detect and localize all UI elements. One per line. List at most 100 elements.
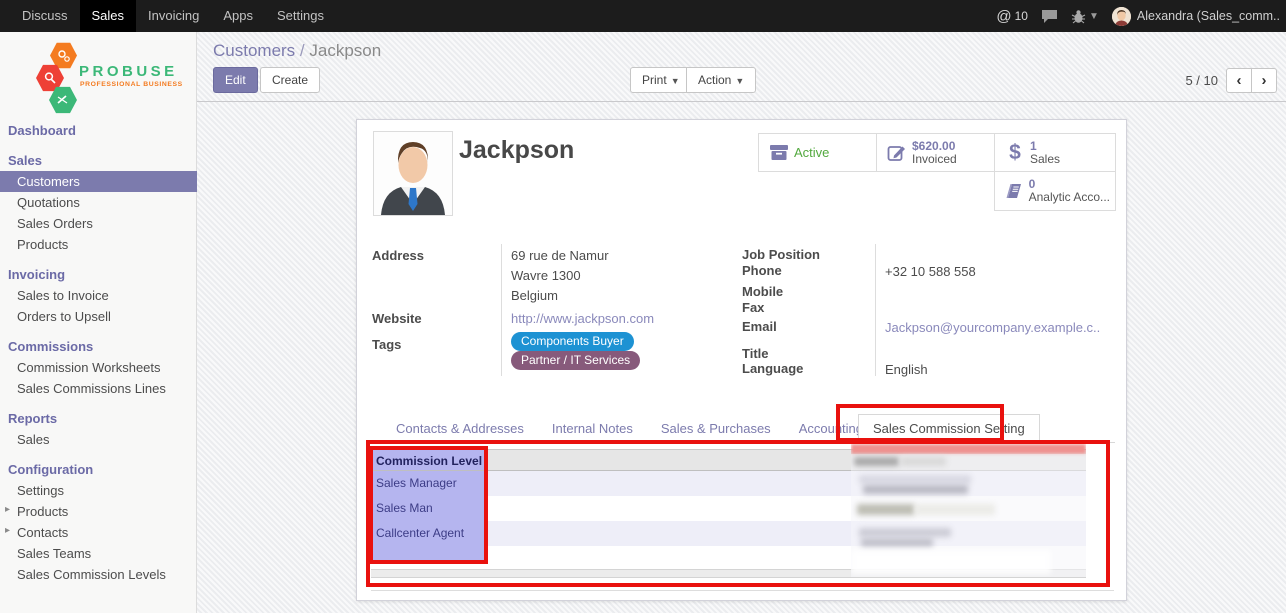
record-pager: 5 / 10 ‹ › bbox=[1185, 68, 1277, 93]
tag-partner-it-services[interactable]: Partner / IT Services bbox=[511, 351, 640, 370]
sidebar-item-reports-sales[interactable]: Sales bbox=[0, 429, 197, 450]
sidebar-item-orders-to-upsell[interactable]: Orders to Upsell bbox=[0, 306, 197, 327]
book-icon bbox=[1000, 182, 1029, 200]
topbar: Discuss Sales Invoicing Apps Settings @ … bbox=[0, 0, 1286, 32]
address-line-1: 69 rue de Namur bbox=[511, 248, 609, 263]
sidebar-item-quotations[interactable]: Quotations bbox=[0, 192, 197, 213]
field-group-divider bbox=[875, 244, 876, 376]
sidebar-heading-commissions[interactable]: Commissions bbox=[0, 334, 197, 357]
analytic-accounts-stat-button[interactable]: 0 Analytic Acco... bbox=[994, 171, 1116, 211]
control-panel-divider bbox=[197, 101, 1286, 102]
caret-down-icon: ▼ bbox=[1089, 11, 1099, 22]
sidebar-heading-invoicing[interactable]: Invoicing bbox=[0, 262, 197, 285]
active-status-button[interactable]: Active bbox=[758, 133, 877, 172]
mobile-field-label: Mobile bbox=[742, 284, 783, 299]
sidebar-heading-dashboard[interactable]: Dashboard bbox=[0, 118, 197, 141]
tab-contacts-addresses[interactable]: Contacts & Addresses bbox=[382, 414, 538, 442]
redacted-header-band bbox=[851, 444, 1086, 454]
tab-internal-notes[interactable]: Internal Notes bbox=[538, 414, 647, 442]
sidebar-heading-sales[interactable]: Sales bbox=[0, 148, 197, 171]
user-avatar bbox=[1112, 7, 1131, 26]
sidebar-menu: Dashboard Sales Customers Quotations Sal… bbox=[0, 118, 197, 585]
sidebar-item-sales-orders[interactable]: Sales Orders bbox=[0, 213, 197, 234]
sales-count: 1 bbox=[1030, 140, 1060, 153]
app-switcher-menu: Discuss Sales Invoicing Apps Settings bbox=[10, 0, 336, 32]
app-menu-discuss[interactable]: Discuss bbox=[10, 0, 80, 32]
user-menu[interactable]: Alexandra (Sales_comm.. bbox=[1112, 7, 1280, 26]
invoiced-amount: $620.00 bbox=[912, 140, 957, 153]
action-label: Action bbox=[698, 73, 731, 87]
tag-components-buyer[interactable]: Components Buyer bbox=[511, 332, 634, 351]
logo-tagline: PROFESSIONAL BUSINESS bbox=[80, 81, 183, 88]
caret-down-icon: ▼ bbox=[671, 76, 680, 86]
sidebar-item-settings[interactable]: Settings bbox=[0, 480, 197, 501]
sidebar-item-sales-commissions-lines[interactable]: Sales Commissions Lines bbox=[0, 378, 197, 399]
tab-sales-purchases[interactable]: Sales & Purchases bbox=[647, 414, 785, 442]
print-dropdown-button[interactable]: Print ▼ bbox=[630, 67, 692, 93]
print-label: Print bbox=[642, 73, 667, 87]
messages-icon[interactable] bbox=[1041, 9, 1058, 24]
field-group-divider bbox=[501, 244, 502, 376]
sidebar-item-sales-teams[interactable]: Sales Teams bbox=[0, 543, 197, 564]
expand-caret-icon: ▸ bbox=[5, 504, 10, 515]
breadcrumb-separator: / bbox=[300, 41, 305, 60]
app-menu-settings[interactable]: Settings bbox=[265, 0, 336, 32]
pager-next-button[interactable]: › bbox=[1251, 68, 1277, 93]
edit-button[interactable]: Edit bbox=[213, 67, 258, 93]
sidebar-item-customers[interactable]: Customers bbox=[0, 171, 197, 192]
invoiced-stat-button[interactable]: $620.00 Invoiced bbox=[876, 133, 995, 172]
fax-field-label: Fax bbox=[742, 300, 764, 315]
expand-caret-icon: ▸ bbox=[5, 525, 10, 536]
address-line-2: Wavre 1300 bbox=[511, 268, 581, 283]
customer-photo[interactable] bbox=[373, 131, 453, 216]
address-field-label: Address bbox=[372, 248, 424, 263]
email-link[interactable]: Jackpson@yourcompany.example.c.. bbox=[885, 320, 1100, 335]
sidebar: PROBUSE PROFESSIONAL BUSINESS Dashboard … bbox=[0, 32, 197, 613]
app-menu-apps[interactable]: Apps bbox=[211, 0, 265, 32]
sidebar-heading-reports[interactable]: Reports bbox=[0, 406, 197, 429]
tab-sales-commission-setting[interactable]: Sales Commission Setting bbox=[858, 414, 1040, 443]
tags-field-label: Tags bbox=[372, 337, 401, 352]
debug-bug-menu[interactable]: ▼ bbox=[1071, 9, 1099, 24]
app-menu-invoicing[interactable]: Invoicing bbox=[136, 0, 211, 32]
archive-box-icon bbox=[764, 144, 794, 161]
sidebar-heading-configuration[interactable]: Configuration bbox=[0, 457, 197, 480]
topbar-right-cluster: @ 10 ▼ bbox=[996, 0, 1280, 32]
commission-level-cell[interactable]: Sales Manager bbox=[371, 471, 484, 496]
breadcrumb-customers-link[interactable]: Customers bbox=[213, 41, 295, 60]
notebook-tabs: Contacts & Addresses Internal Notes Sale… bbox=[370, 414, 1115, 443]
commission-level-cell[interactable]: Sales Man bbox=[371, 496, 484, 521]
logo-wordmark: PROBUSE bbox=[79, 63, 178, 80]
sidebar-item-label: Contacts bbox=[17, 525, 68, 540]
invoice-pencil-icon bbox=[882, 144, 912, 162]
sidebar-item-products[interactable]: Products bbox=[0, 234, 197, 255]
mention-count: 10 bbox=[1015, 9, 1028, 23]
sales-label: Sales bbox=[1030, 153, 1060, 166]
caret-down-icon: ▼ bbox=[735, 76, 744, 86]
language-value: English bbox=[885, 362, 928, 377]
create-button[interactable]: Create bbox=[260, 67, 320, 93]
sidebar-item-sales-to-invoice[interactable]: Sales to Invoice bbox=[0, 285, 197, 306]
sales-stat-button[interactable]: $ 1 Sales bbox=[994, 133, 1116, 172]
title-field-label: Title bbox=[742, 346, 769, 361]
action-dropdown-button[interactable]: Action ▼ bbox=[686, 67, 756, 93]
sidebar-item-label: Products bbox=[17, 504, 68, 519]
mentions-counter[interactable]: @ 10 bbox=[996, 8, 1028, 25]
commission-level-cell-empty bbox=[371, 546, 484, 563]
commission-level-column-header[interactable]: Commission Level bbox=[371, 450, 484, 470]
website-link[interactable]: http://www.jackpson.com bbox=[511, 311, 654, 326]
sidebar-item-sales-commission-levels[interactable]: Sales Commission Levels bbox=[0, 564, 197, 585]
app-menu-sales[interactable]: Sales bbox=[80, 0, 137, 32]
customer-name-title: Jackpson bbox=[459, 136, 574, 165]
pager-previous-button[interactable]: ‹ bbox=[1226, 68, 1252, 93]
address-line-3: Belgium bbox=[511, 288, 558, 303]
main-content: Customers / Jackpson Edit Create Print▼ … bbox=[197, 32, 1286, 613]
sidebar-item-config-products[interactable]: ▸ Products bbox=[0, 501, 197, 522]
sidebar-item-config-contacts[interactable]: ▸ Contacts bbox=[0, 522, 197, 543]
invoiced-label: Invoiced bbox=[912, 153, 957, 166]
at-mention-icon: @ bbox=[996, 8, 1011, 25]
sidebar-item-commission-worksheets[interactable]: Commission Worksheets bbox=[0, 357, 197, 378]
breadcrumb: Customers / Jackpson bbox=[213, 41, 381, 61]
commission-level-cell[interactable]: Callcenter Agent bbox=[371, 521, 484, 546]
probuse-logo: PROBUSE PROFESSIONAL BUSINESS bbox=[0, 40, 197, 120]
